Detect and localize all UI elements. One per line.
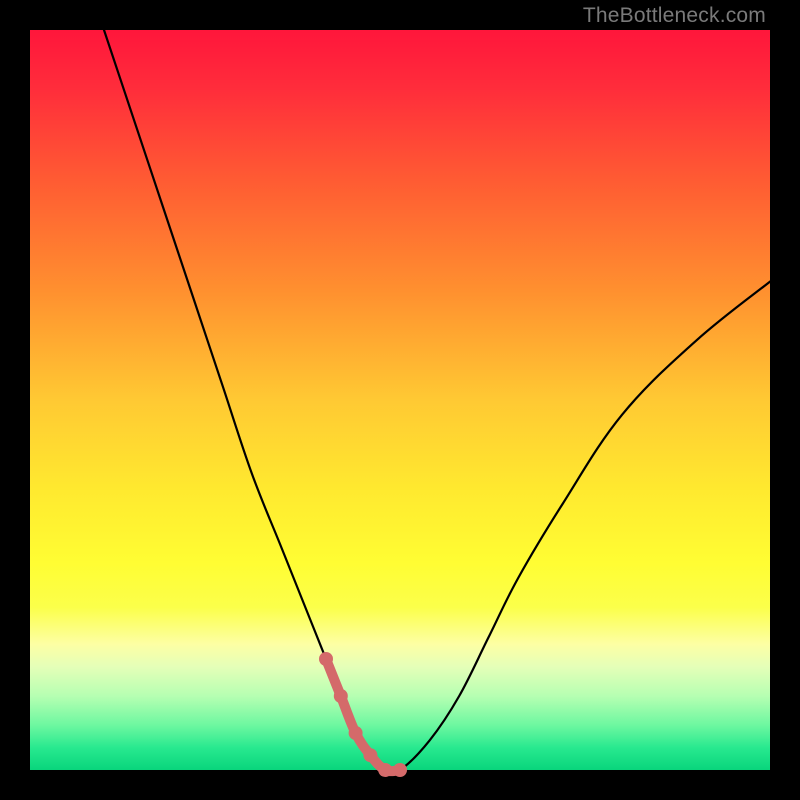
chart-overlay <box>30 30 770 770</box>
bottleneck-curve <box>104 30 770 773</box>
highlight-dot <box>319 652 333 666</box>
highlight-dot <box>393 763 407 777</box>
highlight-dot <box>378 763 392 777</box>
watermark-text: TheBottleneck.com <box>583 4 766 28</box>
highlight-path <box>326 659 400 771</box>
highlight-segment <box>319 652 407 777</box>
highlight-dot <box>363 748 377 762</box>
highlight-dot <box>334 689 348 703</box>
highlight-dot <box>349 726 363 740</box>
